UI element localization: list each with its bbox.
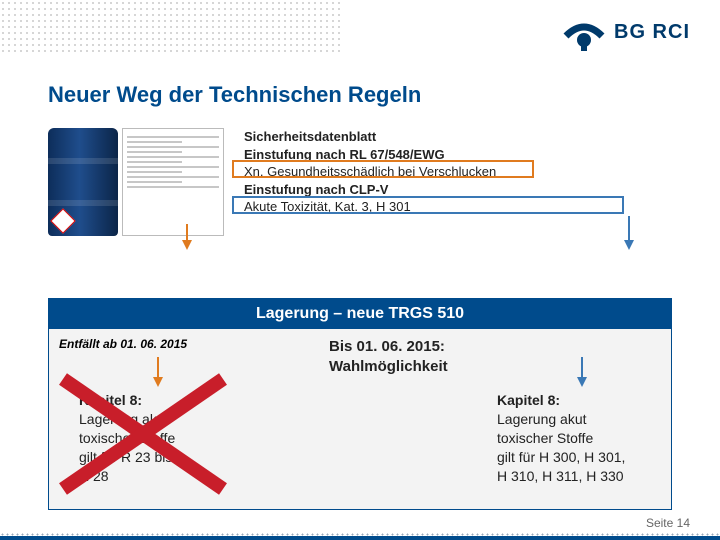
arrow-down-orange-icon (182, 240, 192, 250)
sds-line-4: Akute Toxizität, Kat. 3, H 301 (244, 198, 634, 216)
kap-right-l1: Lagerung akut (497, 410, 667, 429)
kapitel-left: Kapitel 8: Lagerung akut toxischer Stoff… (79, 391, 249, 485)
bis-line2: Wahlmöglichkeit (329, 358, 448, 375)
trgs-body: Entfällt ab 01. 06. 2015 Bis 01. 06. 201… (49, 329, 671, 509)
kap-right-head: Kapitel 8: (497, 391, 667, 410)
barrel-image (48, 128, 118, 236)
top-content: Sicherheitsdatenblatt Einstufung nach RL… (48, 128, 672, 270)
trgs-panel: Lagerung – neue TRGS 510 Entfällt ab 01.… (48, 298, 672, 510)
logo-text: BG RCI (614, 21, 690, 44)
entfaellt-note: Entfällt ab 01. 06. 2015 (59, 337, 187, 351)
logo: BG RCI (562, 12, 690, 52)
decorative-dots (0, 0, 340, 54)
page-label: Seite (646, 516, 673, 530)
kap-right-l4: H 310, H 311, H 330 (497, 467, 667, 486)
kap-left-l1: Lagerung akut (79, 410, 249, 429)
sds-text-block: Sicherheitsdatenblatt Einstufung nach RL… (244, 128, 634, 216)
bis-line1: Bis 01. 06. 2015: (329, 338, 445, 355)
sds-sheet-image (122, 128, 224, 236)
sds-line-2: Xn, Gesundheitsschädlich bei Verschlucke… (244, 163, 634, 181)
arrow-down-blue2-icon (577, 377, 587, 387)
arrow-down-blue-icon (624, 240, 634, 250)
thumbnail-group (48, 128, 226, 238)
kapitel-right: Kapitel 8: Lagerung akut toxischer Stoff… (497, 391, 667, 485)
header-bar: BG RCI (0, 0, 720, 64)
bis-note: Bis 01. 06. 2015: Wahlmöglichkeit (329, 337, 448, 376)
page-footer: Seite 14 (646, 516, 690, 530)
sds-heading: Sicherheitsdatenblatt (244, 128, 634, 146)
page-number: 14 (677, 516, 690, 530)
kap-left-l4: R 28 (79, 467, 249, 486)
arrow-down-orange2-icon (153, 377, 163, 387)
page-title: Neuer Weg der Technischen Regeln (0, 64, 720, 108)
trgs-header: Lagerung – neue TRGS 510 (49, 299, 671, 329)
hazard-diamond-icon (50, 208, 75, 233)
kap-left-l3: gilt für R 23 bis (79, 448, 249, 467)
sds-line-3: Einstufung nach CLP-V (244, 181, 634, 199)
kap-left-head: Kapitel 8: (79, 391, 249, 410)
sds-line-1: Einstufung nach RL 67/548/EWG (244, 146, 634, 164)
bgrci-logo-icon (562, 12, 606, 52)
kap-right-l2: toxischer Stoffe (497, 429, 667, 448)
kap-left-l2: toxischer Stoffe (79, 429, 249, 448)
kap-right-l3: gilt für H 300, H 301, (497, 448, 667, 467)
footer-bar (0, 536, 720, 540)
